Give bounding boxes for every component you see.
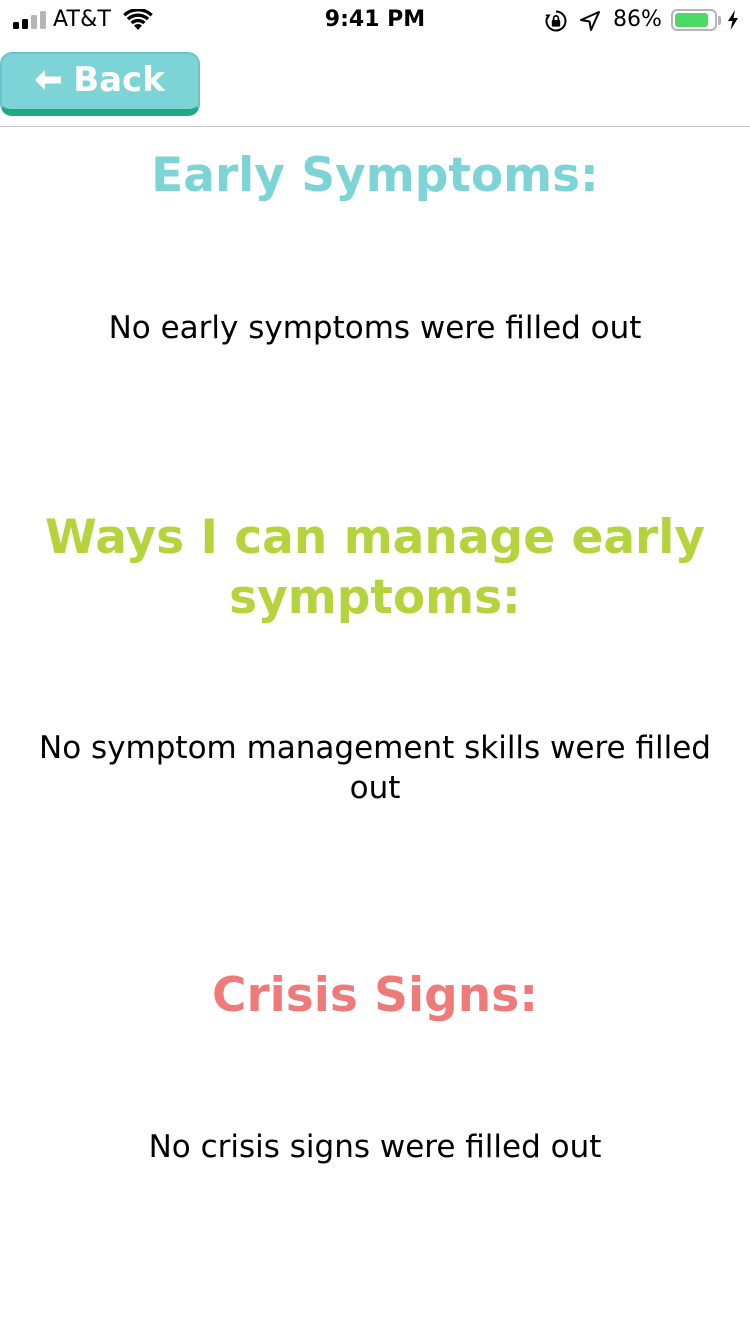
manage-symptoms-empty-text: No symptom management skills were filled… bbox=[39, 730, 711, 806]
back-button-label: Back bbox=[73, 59, 165, 100]
location-arrow-icon bbox=[580, 11, 600, 31]
back-button[interactable]: Back bbox=[0, 52, 200, 116]
crisis-signs-title: Crisis Signs: bbox=[211, 968, 539, 1023]
charging-bolt-icon bbox=[728, 10, 738, 30]
arrow-left-icon bbox=[35, 69, 62, 90]
rotation-lock-icon bbox=[545, 10, 567, 32]
early-symptoms-empty-text: No early symptoms were filled out bbox=[108, 310, 642, 346]
battery-percentage: 86% bbox=[613, 7, 662, 32]
battery-fill bbox=[675, 13, 708, 27]
early-symptoms-title: Early Symptoms: bbox=[151, 148, 599, 203]
header-divider bbox=[0, 126, 750, 127]
battery-icon bbox=[671, 9, 717, 31]
battery-terminal bbox=[718, 16, 721, 25]
manage-symptoms-title: Ways I can manage early symptoms: bbox=[45, 510, 705, 625]
status-bar: AT&T 9:41 PM 86% bbox=[0, 0, 750, 40]
crisis-signs-empty-text: No crisis signs were filled out bbox=[148, 1129, 602, 1165]
